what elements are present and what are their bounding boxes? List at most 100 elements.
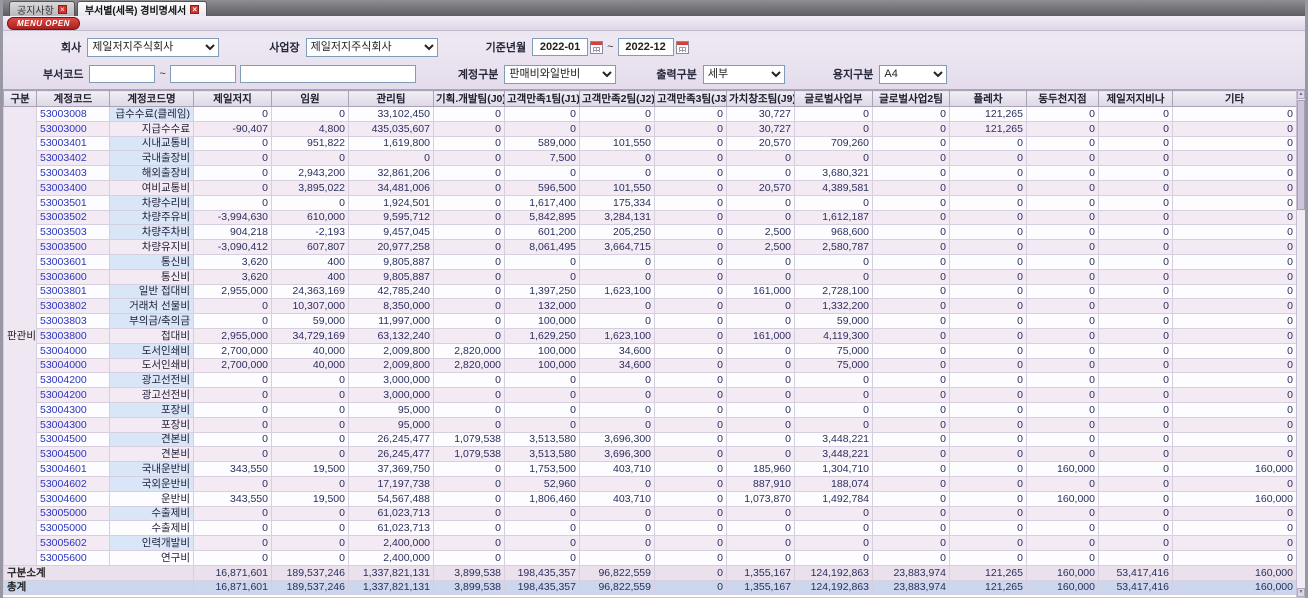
cell-amount[interactable]: 1,332,200 [794, 298, 873, 315]
cell-amount[interactable]: 2,700,000 [193, 357, 272, 374]
table-row[interactable]: 53003401 시내교통비 0 951,822 1,619,800 0 589,000 10… [4, 135, 1297, 152]
cell-amount[interactable]: 0 [504, 387, 580, 403]
cell-amount[interactable]: 24,363,169 [271, 283, 349, 300]
cell-amount[interactable]: 0 [433, 209, 505, 226]
cell-amount[interactable]: 0 [654, 520, 727, 537]
cell-amount[interactable]: 0 [1172, 253, 1297, 270]
cell-amount[interactable]: 0 [872, 268, 950, 285]
cell-account-name[interactable]: 차량주유비 [109, 209, 194, 226]
cell-amount[interactable]: 0 [579, 520, 655, 537]
period-from-input[interactable] [532, 38, 589, 56]
cell-amount[interactable]: 0 [872, 194, 950, 211]
cell-amount[interactable]: 1,079,538 [433, 431, 505, 448]
cell-amount[interactable]: 0 [654, 179, 727, 196]
cell-account-name[interactable]: 여비교통비 [109, 179, 194, 196]
cell-amount[interactable]: 160,000 [1026, 564, 1099, 581]
cell-amount[interactable]: 0 [794, 150, 873, 167]
cell-amount[interactable]: 0 [726, 342, 795, 359]
cell-amount[interactable]: 0 [1172, 313, 1297, 329]
cell-amount[interactable]: 20,570 [726, 179, 795, 196]
cell-account-code[interactable]: 53003500 [36, 239, 110, 255]
cell-amount[interactable]: 0 [794, 194, 873, 211]
cell-amount[interactable]: 0 [654, 475, 727, 492]
cell-amount[interactable]: 0 [433, 535, 505, 551]
cell-amount[interactable]: 3,284,131 [579, 209, 655, 226]
cell-account-name[interactable]: 급수수료(클레임) [109, 106, 194, 122]
cell-amount[interactable]: 1,073,870 [726, 490, 795, 507]
cell-amount[interactable]: 185,960 [726, 461, 795, 477]
period-to-input[interactable] [617, 38, 674, 56]
cell-amount[interactable]: 0 [872, 461, 950, 477]
cell-account-name[interactable]: 견본비 [109, 446, 194, 463]
table-row[interactable]: 53005602 인력개발비 0 0 2,400,000 0 0 0 0 0 0 0 0 0 0 0 [4, 535, 1297, 551]
cell-amount[interactable]: 904,218 [193, 224, 272, 241]
cell-amount[interactable]: 161,000 [726, 327, 795, 344]
cell-amount[interactable]: 1,337,821,131 [348, 579, 434, 596]
cell-account-code[interactable]: 53003403 [36, 165, 110, 181]
cell-amount[interactable]: 0 [872, 446, 950, 463]
cell-amount[interactable]: 0 [1172, 327, 1297, 344]
cell-account-code[interactable]: 53004500 [36, 431, 110, 448]
cell-amount[interactable]: -3,090,412 [193, 239, 272, 255]
cell-amount[interactable]: 0 [726, 313, 795, 329]
cell-amount[interactable]: 0 [872, 327, 950, 344]
cell-amount[interactable]: 0 [1172, 135, 1297, 152]
cell-amount[interactable]: 0 [872, 224, 950, 241]
cell-amount[interactable]: 0 [193, 505, 272, 522]
cell-amount[interactable]: 0 [949, 342, 1027, 359]
cell-amount[interactable]: 0 [271, 520, 349, 537]
cell-amount[interactable]: 0 [579, 165, 655, 181]
cell-amount[interactable]: 1,492,784 [794, 490, 873, 507]
cell-amount[interactable]: 34,600 [579, 342, 655, 359]
cell-amount[interactable]: 0 [654, 505, 727, 522]
cell-account-code[interactable]: 53004000 [36, 342, 110, 359]
cell-amount[interactable]: 63,132,240 [348, 327, 434, 344]
dept-to-input[interactable] [169, 65, 236, 83]
cell-amount[interactable]: 0 [872, 239, 950, 255]
cell-amount[interactable]: 0 [504, 120, 580, 137]
cell-amount[interactable]: 0 [1026, 268, 1099, 285]
cell-amount[interactable]: 40,000 [271, 342, 349, 359]
cell-amount[interactable]: 0 [872, 165, 950, 181]
cell-amount[interactable]: 95,000 [348, 401, 434, 418]
cell-amount[interactable]: 0 [271, 401, 349, 418]
cell-amount[interactable]: 0 [1172, 239, 1297, 255]
cell-amount[interactable]: 160,000 [1026, 461, 1099, 477]
cell-amount[interactable]: 0 [949, 135, 1027, 152]
cell-amount[interactable]: 0 [726, 535, 795, 551]
account-type-select[interactable]: 판매비와일반비 [504, 64, 617, 84]
cell-amount[interactable]: 0 [1026, 135, 1099, 152]
table-row[interactable]: 53004200 광고선전비 0 0 3,000,000 0 0 0 0 0 0 0 0 0 0 0 [4, 372, 1297, 389]
cell-amount[interactable]: 0 [872, 253, 950, 270]
cell-amount[interactable]: 0 [1172, 431, 1297, 448]
cell-account-code[interactable]: 53004500 [36, 446, 110, 463]
cell-amount[interactable]: 0 [872, 475, 950, 492]
cell-amount[interactable]: 0 [949, 372, 1027, 389]
cell-amount[interactable]: 9,805,887 [348, 253, 434, 270]
cell-account-code[interactable]: 53004000 [36, 357, 110, 374]
cell-account-name[interactable]: 수출제비 [109, 520, 194, 537]
table-row[interactable]: 53003403 해외출장비 0 2,943,200 32,861,206 0 0 0 0 0 3,… [4, 165, 1297, 181]
cell-amount[interactable]: 0 [193, 106, 272, 122]
cell-amount[interactable]: 101,550 [579, 179, 655, 196]
tab-expense-report[interactable]: 부서별(세목) 경비명세서 [76, 1, 208, 17]
cell-amount[interactable]: 0 [1098, 431, 1173, 448]
cell-amount[interactable]: 2,500 [726, 239, 795, 255]
cell-account-code[interactable]: 53003801 [36, 283, 110, 300]
cell-amount[interactable]: 0 [872, 313, 950, 329]
cell-amount[interactable]: 1,355,167 [726, 579, 795, 596]
cell-amount[interactable]: 0 [1098, 387, 1173, 403]
cell-amount[interactable]: 0 [794, 253, 873, 270]
cell-amount[interactable]: 0 [193, 179, 272, 196]
cell-amount[interactable]: 0 [949, 253, 1027, 270]
cell-amount[interactable]: 0 [949, 416, 1027, 433]
cell-account-code[interactable]: 53003802 [36, 298, 110, 315]
cell-amount[interactable]: 0 [949, 313, 1027, 329]
cell-amount[interactable]: 95,000 [348, 416, 434, 433]
cell-amount[interactable]: 0 [193, 135, 272, 152]
cell-amount[interactable]: 610,000 [271, 209, 349, 226]
cell-amount[interactable]: 607,807 [271, 239, 349, 255]
cell-amount[interactable]: 0 [1098, 120, 1173, 137]
cell-amount[interactable]: 403,710 [579, 461, 655, 477]
cell-amount[interactable]: 0 [872, 520, 950, 537]
